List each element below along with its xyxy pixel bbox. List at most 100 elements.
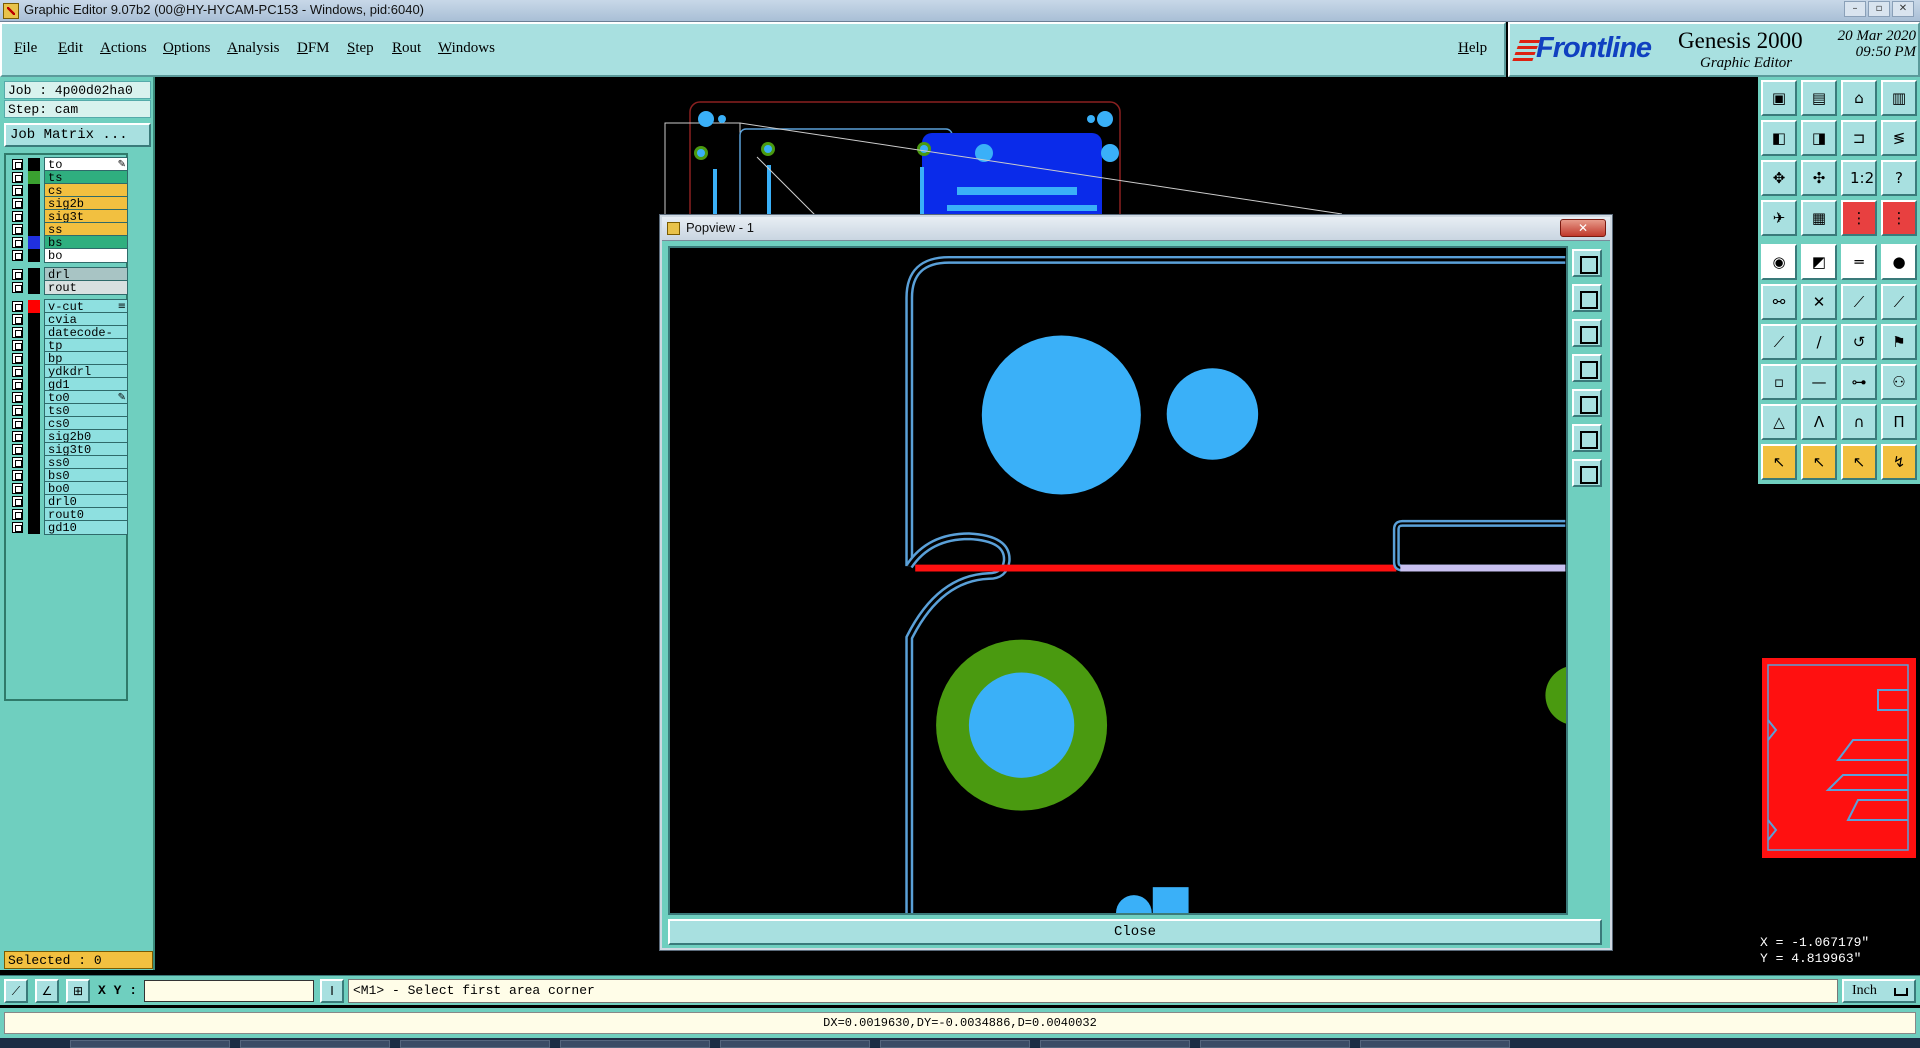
layer-row-bo[interactable]: bo: [8, 248, 128, 263]
dash-button[interactable]: —: [1801, 364, 1837, 400]
cross-button[interactable]: ✕: [1801, 284, 1837, 320]
pointer-select-button[interactable]: ↖: [1801, 444, 1837, 480]
pad-button[interactable]: ◉: [1761, 244, 1797, 280]
layer-checkbox[interactable]: [12, 269, 23, 280]
taskbar-item[interactable]: [880, 1040, 1030, 1048]
line-button[interactable]: ◩: [1801, 244, 1837, 280]
triangle-button[interactable]: △: [1761, 404, 1797, 440]
pointer-edit-button[interactable]: ↖: [1841, 444, 1877, 480]
move-right-button[interactable]: ◨: [1801, 120, 1837, 156]
popview-canvas[interactable]: [668, 246, 1568, 915]
layer-checkbox[interactable]: [12, 405, 23, 416]
layer-checkbox[interactable]: [12, 379, 23, 390]
cursor-mode-icon[interactable]: I: [320, 979, 344, 1003]
taskbar-item[interactable]: [720, 1040, 870, 1048]
unit-selector[interactable]: Inch: [1842, 979, 1916, 1003]
menu-step[interactable]: Step: [347, 40, 374, 57]
layer-checkbox[interactable]: [12, 237, 23, 248]
pointer-button[interactable]: ↖: [1761, 444, 1797, 480]
layer-checkbox[interactable]: [12, 457, 23, 468]
layer-row-rout[interactable]: rout: [8, 280, 128, 295]
layer-checkbox[interactable]: [12, 327, 23, 338]
xy-input[interactable]: [144, 980, 314, 1002]
grid-button[interactable]: ▦: [1801, 200, 1837, 236]
layer-color-swatch[interactable]: [28, 281, 40, 294]
scale-button[interactable]: 1:2: [1841, 160, 1877, 196]
home-button[interactable]: ⌂: [1841, 80, 1877, 116]
pan-left-icon[interactable]: [1572, 354, 1602, 382]
layer-checkbox[interactable]: [12, 340, 23, 351]
layer-checkbox[interactable]: [12, 509, 23, 520]
arc-button[interactable]: ↺: [1841, 324, 1877, 360]
panel-button[interactable]: ▥: [1881, 80, 1917, 116]
layer-checkbox[interactable]: [12, 314, 23, 325]
layer-row-gd10[interactable]: gd10: [8, 520, 128, 535]
job-matrix-button[interactable]: Job Matrix ...: [4, 123, 151, 147]
arch-button[interactable]: ∩: [1841, 404, 1877, 440]
layer-checkbox[interactable]: [12, 353, 23, 364]
taskbar-item[interactable]: [560, 1040, 710, 1048]
node-button[interactable]: ⟋: [1841, 284, 1877, 320]
layer-checkbox[interactable]: [12, 366, 23, 377]
pointer-route-button[interactable]: ↯: [1881, 444, 1917, 480]
layer-checkbox[interactable]: [12, 470, 23, 481]
taskbar-item[interactable]: [70, 1040, 230, 1048]
snap-pad-button[interactable]: ▫: [1761, 364, 1797, 400]
query-button[interactable]: ?: [1881, 160, 1917, 196]
menu-rout[interactable]: Rout: [392, 40, 421, 57]
taskbar-item[interactable]: [400, 1040, 550, 1048]
flag-button[interactable]: ⚑: [1881, 324, 1917, 360]
layer-checkbox[interactable]: [12, 224, 23, 235]
menu-windows[interactable]: Windows: [438, 40, 495, 57]
center-icon[interactable]: [1572, 459, 1602, 487]
zoom-fit-button[interactable]: ✥: [1761, 160, 1797, 196]
minimize-button[interactable]: –: [1844, 1, 1866, 17]
layer-color-swatch[interactable]: [28, 249, 40, 262]
menu-edit[interactable]: Edit: [58, 40, 83, 57]
layer-checkbox[interactable]: [12, 483, 23, 494]
popview-close-x-button[interactable]: ✕: [1560, 219, 1606, 237]
align-button[interactable]: ⊶: [1841, 364, 1877, 400]
layer-color-swatch[interactable]: [28, 521, 40, 534]
zoom-center-button[interactable]: ✣: [1801, 160, 1837, 196]
taskbar-item[interactable]: [1200, 1040, 1350, 1048]
zoom-window-icon[interactable]: [1572, 249, 1602, 277]
menu-file[interactable]: File: [14, 40, 37, 57]
menu-actions[interactable]: Actions: [100, 40, 147, 57]
layer-checkbox[interactable]: [12, 418, 23, 429]
layer-checkbox[interactable]: [12, 211, 23, 222]
layer-checkbox[interactable]: [12, 282, 23, 293]
layer-stack-button[interactable]: ⋮: [1841, 200, 1877, 236]
connect-button[interactable]: ⚯: [1761, 284, 1797, 320]
menu-analysis[interactable]: Analysis: [227, 40, 280, 57]
menu-help[interactable]: Help: [1458, 40, 1487, 57]
route-button[interactable]: ≶: [1881, 120, 1917, 156]
mini-map[interactable]: [1758, 490, 1920, 930]
popview-close-button[interactable]: Close: [668, 919, 1602, 945]
maximize-button[interactable]: ▫: [1868, 1, 1890, 17]
pan-right-icon[interactable]: [1572, 389, 1602, 417]
layer-checkbox[interactable]: [12, 522, 23, 533]
save-button[interactable]: ▤: [1801, 80, 1837, 116]
layer-swap-button[interactable]: ⋮: [1881, 200, 1917, 236]
layer-checkbox[interactable]: [12, 431, 23, 442]
layer-checkbox[interactable]: [12, 198, 23, 209]
layer-checkbox[interactable]: [12, 159, 23, 170]
layer-name[interactable]: bo: [44, 248, 128, 263]
bridge-button[interactable]: Π: [1881, 404, 1917, 440]
slope-button[interactable]: ⟋: [1761, 324, 1797, 360]
taskbar-item[interactable]: [1360, 1040, 1510, 1048]
close-window-button[interactable]: ✕: [1892, 1, 1914, 17]
zoom-out-icon[interactable]: [1572, 319, 1602, 347]
measure-button[interactable]: ═: [1841, 244, 1877, 280]
node-red-button[interactable]: ⟋: [1881, 284, 1917, 320]
taskbar-item[interactable]: [1040, 1040, 1190, 1048]
snap-button[interactable]: ⊐: [1841, 120, 1877, 156]
zoom-in-icon[interactable]: [1572, 284, 1602, 312]
open-step-button[interactable]: ▣: [1761, 80, 1797, 116]
layer-name[interactable]: rout: [44, 280, 128, 295]
angle-button[interactable]: Λ: [1801, 404, 1837, 440]
layer-checkbox[interactable]: [12, 172, 23, 183]
helicopter-button[interactable]: ✈: [1761, 200, 1797, 236]
menu-options[interactable]: Options: [163, 40, 211, 57]
